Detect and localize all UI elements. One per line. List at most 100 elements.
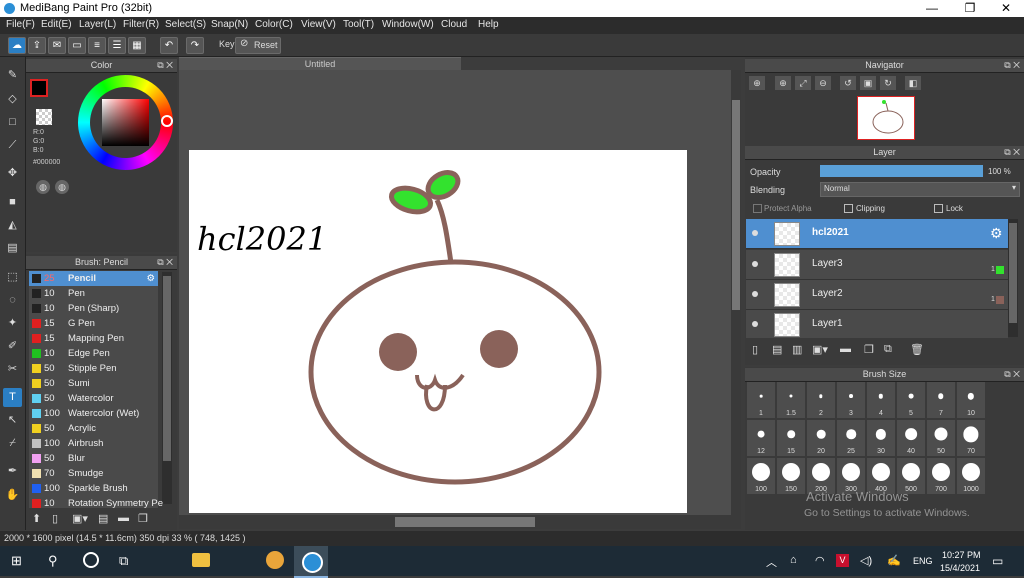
lasso-tool-icon[interactable]: ◌ — [3, 291, 22, 310]
horizontal-scrollbar[interactable] — [179, 515, 741, 529]
new-layer-icon[interactable]: ▯ — [752, 343, 758, 356]
brush-menu-icon[interactable]: ▣▾ — [72, 512, 92, 526]
brush-item[interactable]: 50 Stipple Pen — [29, 361, 158, 377]
antivirus-icon[interactable]: V — [836, 554, 849, 567]
eraser-tool-icon[interactable]: ◇ — [3, 90, 22, 109]
vertical-scrollbar-thumb[interactable] — [732, 100, 740, 310]
zoom-out-icon[interactable]: ⊖ — [815, 76, 831, 90]
brush-size-option[interactable]: 15 — [777, 420, 805, 456]
brush-tool-icon[interactable]: ✎ — [3, 66, 22, 85]
bucket-tool-icon[interactable]: ◭ — [3, 216, 22, 235]
brush-size-option[interactable]: 1000 — [957, 458, 985, 494]
new-brush-icon[interactable]: ▯ — [52, 512, 66, 526]
fit-icon[interactable]: ⤢ — [795, 76, 811, 90]
merge-layer-icon[interactable]: ⧉ — [884, 343, 892, 356]
brush-size-option[interactable]: 1.5 — [777, 382, 805, 418]
brush-item[interactable]: 10 Edge Pen — [29, 346, 158, 362]
brush-size-option[interactable]: 40 — [897, 420, 925, 456]
brush-size-option[interactable]: 4 — [867, 382, 895, 418]
brush-settings-gear-icon[interactable]: ⚙ — [146, 271, 155, 286]
cloud-icon[interactable]: ☁ — [8, 37, 26, 54]
menu-snap[interactable]: Snap(N) — [211, 19, 248, 30]
brush-size-option[interactable]: 25 — [837, 420, 865, 456]
folder-icon[interactable]: ▬ — [840, 343, 851, 355]
brush-item[interactable]: 10 Pen — [29, 286, 158, 302]
layer-visibility-icon[interactable] — [752, 291, 758, 297]
volume-icon[interactable]: ◁) — [860, 554, 872, 567]
text-tool-icon[interactable]: T — [3, 388, 22, 407]
brush-item[interactable]: 50 Sumi — [29, 376, 158, 392]
navigator-thumbnail[interactable] — [857, 96, 915, 140]
zoom-in-icon[interactable]: ⊕ — [775, 76, 791, 90]
language-indicator[interactable]: ENG — [913, 556, 933, 566]
clipping-checkbox[interactable] — [844, 204, 853, 213]
duplicate-layer-icon[interactable]: ❐ — [864, 343, 874, 356]
drawing-canvas[interactable]: hcl2021 — [189, 150, 687, 513]
brush-item[interactable]: 10 Pen (Sharp) — [29, 301, 158, 317]
comment-icon[interactable]: ▭ — [68, 37, 86, 54]
flip-icon[interactable]: ◧ — [905, 76, 921, 90]
palette-add-icon[interactable]: ◍ — [55, 180, 69, 194]
delete-layer-icon[interactable]: 🗑 — [910, 343, 924, 356]
reset-view-icon[interactable]: ▣ — [860, 76, 876, 90]
brush-size-option[interactable]: 30 — [867, 420, 895, 456]
hue-marker[interactable] — [161, 115, 173, 127]
brush-item[interactable]: 100 Sparkle Brush — [29, 481, 158, 497]
menu-file[interactable]: File(F) — [6, 19, 35, 30]
search-icon[interactable]: ⚲ — [48, 553, 58, 569]
brush-item[interactable]: 50 Watercolor — [29, 391, 158, 407]
grid-icon[interactable]: ▦ — [128, 37, 146, 54]
brush-size-option[interactable]: 12 — [747, 420, 775, 456]
magic-wand-tool-icon[interactable]: ✦ — [3, 314, 22, 333]
brush-size-option[interactable]: 5 — [897, 382, 925, 418]
layer-row[interactable]: Layer2 1 — [746, 280, 1008, 310]
chevron-up-icon[interactable]: ︿ — [766, 554, 777, 570]
folder-icon[interactable]: ▬ — [118, 512, 132, 526]
layer-visibility-icon[interactable] — [752, 261, 758, 267]
minimize-button[interactable]: — — [914, 0, 950, 17]
upload-icon[interactable]: ⇪ — [28, 37, 46, 54]
brush-size-option[interactable]: 100 — [747, 458, 775, 494]
gradient-tool-icon[interactable]: ▤ — [3, 239, 22, 258]
new-8bit-layer-icon[interactable]: ▥ — [792, 343, 802, 356]
dropper-tool-icon[interactable]: ⌿ — [3, 434, 22, 453]
cortana-icon[interactable] — [83, 552, 99, 568]
menu-help[interactable]: Help — [478, 19, 499, 30]
background-color-swatch[interactable] — [36, 109, 52, 125]
brush-size-option[interactable]: 150 — [777, 458, 805, 494]
fill-rect-tool-icon[interactable]: ■ — [3, 193, 22, 212]
brush-item[interactable]: 100 Watercolor (Wet) — [29, 406, 158, 422]
notification-icon[interactable]: ▭ — [992, 554, 1003, 568]
eyedropper-tool-icon[interactable]: ✒ — [3, 462, 22, 481]
brush-item[interactable]: 50 Acrylic — [29, 421, 158, 437]
panel-close-icon[interactable]: ⧉ ✕ — [1004, 146, 1020, 159]
layer-settings-gear-icon[interactable]: ⚙ — [990, 225, 1003, 242]
brush-item[interactable]: 15 Mapping Pen — [29, 331, 158, 347]
line-tool-icon[interactable]: ⟋ — [3, 136, 22, 155]
layer-list-scrollbar[interactable] — [1008, 219, 1018, 337]
menu-filter[interactable]: Filter(R) — [123, 19, 159, 30]
brush-doc-icon[interactable]: ▤ — [98, 512, 112, 526]
rotate-left-icon[interactable]: ↺ — [840, 76, 856, 90]
scrollbar-thumb[interactable] — [163, 276, 171, 461]
select-eraser-tool-icon[interactable]: ✂ — [3, 360, 22, 379]
brush-item[interactable]: 70 Smudge — [29, 466, 158, 482]
select-tool-icon[interactable]: ⬚ — [3, 268, 22, 287]
menu-edit[interactable]: Edit(E) — [41, 19, 72, 30]
network-device-icon[interactable]: ⌂ — [790, 554, 797, 566]
file-explorer-icon[interactable] — [192, 553, 210, 567]
operation-tool-icon[interactable]: ↖ — [3, 411, 22, 430]
rotate-right-icon[interactable]: ↻ — [880, 76, 896, 90]
task-view-icon[interactable]: ⧉ — [119, 553, 128, 569]
protect-alpha-checkbox[interactable] — [753, 204, 762, 213]
maximize-button[interactable]: ❐ — [952, 0, 988, 17]
menu-tool[interactable]: Tool(T) — [343, 19, 374, 30]
menu-layer[interactable]: Layer(L) — [79, 19, 116, 30]
layer-row[interactable]: Layer3 1 — [746, 250, 1008, 280]
rectangle-tool-icon[interactable]: □ — [3, 113, 22, 132]
menu-window[interactable]: Window(W) — [382, 19, 434, 30]
pen-icon[interactable]: ✍ — [887, 554, 901, 567]
brush-item[interactable]: 50 Blur — [29, 451, 158, 467]
brush-size-option[interactable]: 2 — [807, 382, 835, 418]
palette-icon[interactable]: ◍ — [36, 180, 50, 194]
